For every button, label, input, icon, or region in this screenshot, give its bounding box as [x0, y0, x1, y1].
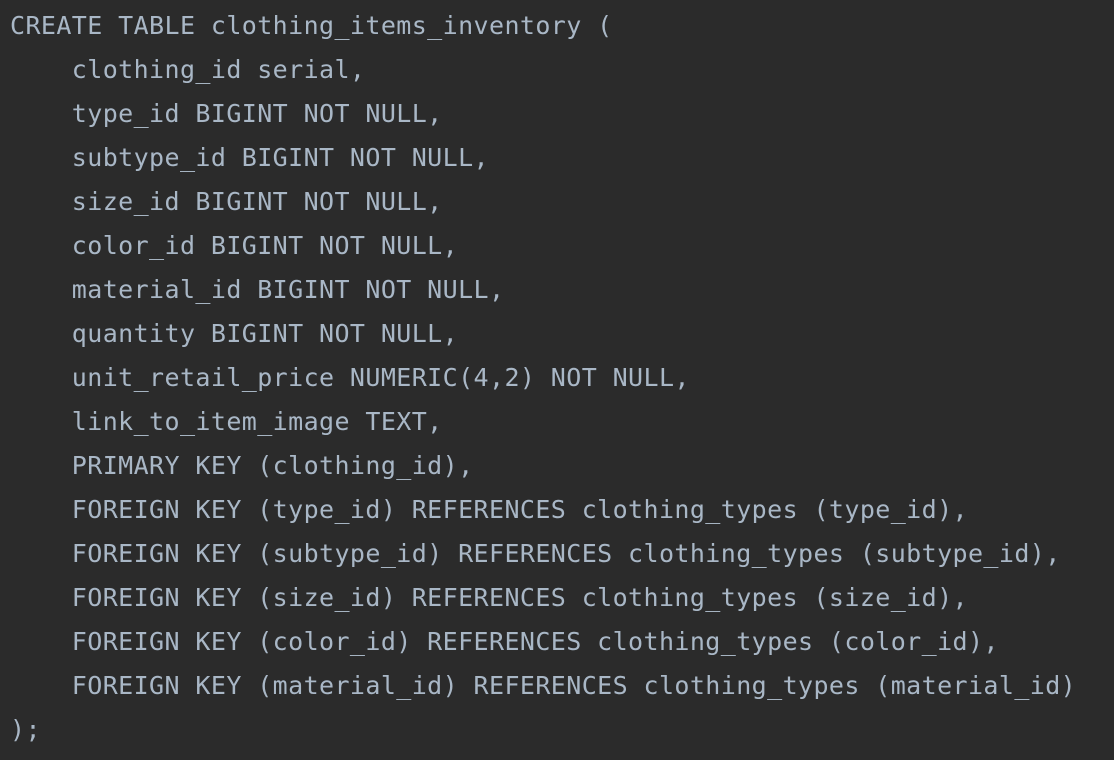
code-line: );	[10, 715, 41, 744]
code-line: unit_retail_price NUMERIC(4,2) NOT NULL,	[10, 363, 690, 392]
code-line: subtype_id BIGINT NOT NULL,	[10, 143, 489, 172]
code-line: type_id BIGINT NOT NULL,	[10, 99, 443, 128]
code-line: clothing_id serial,	[10, 55, 366, 84]
code-line: size_id BIGINT NOT NULL,	[10, 187, 443, 216]
code-line: FOREIGN KEY (type_id) REFERENCES clothin…	[10, 495, 968, 524]
code-line: material_id BIGINT NOT NULL,	[10, 275, 505, 304]
code-line: FOREIGN KEY (size_id) REFERENCES clothin…	[10, 583, 968, 612]
code-line: FOREIGN KEY (material_id) REFERENCES clo…	[10, 671, 1077, 700]
code-line: CREATE TABLE clothing_items_inventory (	[10, 11, 613, 40]
code-line: PRIMARY KEY (clothing_id),	[10, 451, 474, 480]
code-line: link_to_item_image TEXT,	[10, 407, 443, 436]
code-line: FOREIGN KEY (subtype_id) REFERENCES clot…	[10, 539, 1061, 568]
code-editor[interactable]: CREATE TABLE clothing_items_inventory ( …	[0, 0, 1114, 760]
code-line: color_id BIGINT NOT NULL,	[10, 231, 459, 260]
code-line: quantity BIGINT NOT NULL,	[10, 319, 459, 348]
code-line: FOREIGN KEY (color_id) REFERENCES clothi…	[10, 627, 999, 656]
